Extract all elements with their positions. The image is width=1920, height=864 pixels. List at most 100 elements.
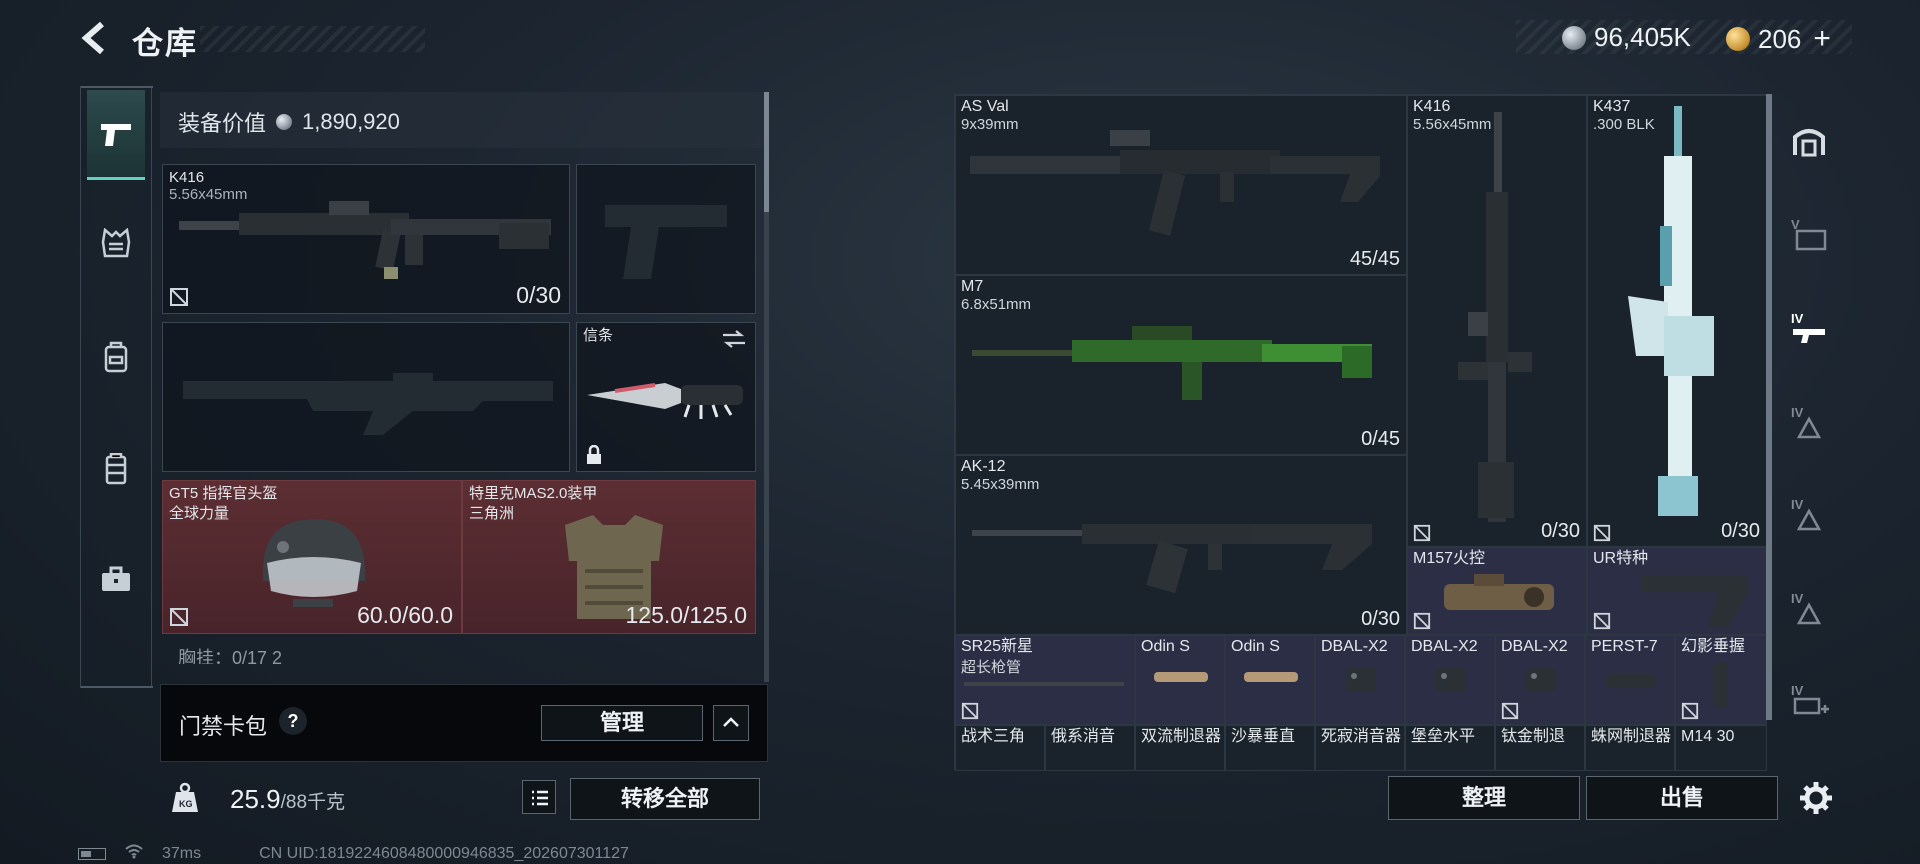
tab-armor[interactable] (87, 424, 145, 514)
rifle-silhouette-icon (183, 373, 553, 435)
tab-all[interactable] (1786, 118, 1832, 164)
helmet-slot[interactable]: GT5 指挥官头盔 全球力量 60.0/60.0 (162, 480, 462, 634)
settings-button[interactable] (1794, 776, 1838, 820)
stash-item-attachment[interactable]: 钛金制退 (1495, 725, 1585, 771)
armor-icon (105, 453, 127, 485)
not-insured-icon (1413, 612, 1431, 630)
stock-image (1642, 576, 1748, 628)
loadout-category-nav (80, 86, 153, 688)
stash-item-attachment[interactable]: UR特种 (1587, 547, 1767, 635)
battery-icon (78, 847, 106, 860)
not-insured-icon (1593, 524, 1611, 542)
scroll-thumb[interactable] (764, 92, 769, 212)
stash-item-attachment[interactable]: M14 30 (1675, 725, 1767, 771)
tab-tier-4-add[interactable]: IV (1786, 678, 1832, 724)
stash-item-attachment[interactable]: Odin S (1135, 635, 1225, 725)
tab-tier-4-a[interactable]: IV (1786, 400, 1832, 446)
tab-case[interactable] (87, 534, 145, 624)
stash-item-attachment[interactable]: 沙暴垂直 (1225, 725, 1315, 771)
stash-item-weapon[interactable]: AK-12 5.45x39mm 0/30 (955, 455, 1407, 635)
keycard-pack-label: 门禁卡包 (179, 714, 268, 739)
tier-iv-rifle-icon: IV (1791, 311, 1825, 343)
sell-button[interactable]: 出售 (1586, 776, 1778, 820)
secondary-weapon-slot-empty[interactable] (162, 322, 570, 472)
swap-icon[interactable] (721, 329, 747, 349)
help-icon[interactable]: ? (279, 707, 307, 735)
stash-item-attachment[interactable]: 死寂消音器 (1315, 725, 1405, 771)
tab-tier-4-b[interactable]: IV (1786, 492, 1832, 538)
tab-tier-4-rifles[interactable]: IV (1786, 306, 1832, 352)
pistol-slot-empty[interactable] (576, 164, 756, 314)
transfer-all-button[interactable]: 转移全部 (570, 778, 760, 820)
item-name: SR25新星 (961, 638, 1034, 655)
stash-item-weapon[interactable]: K437 .300 BLK 0/30 (1587, 95, 1767, 547)
stash-item-attachment[interactable]: M157火控 (1407, 547, 1587, 635)
stash-item-attachment[interactable]: 战术三角 (955, 725, 1045, 771)
item-name: Odin S (1231, 638, 1280, 655)
wifi-icon (124, 843, 144, 864)
ammo-count: 45/45 (1349, 248, 1400, 270)
body-armor-slot[interactable]: 特里克MAS2.0装甲 三角洲 125.0/125.0 (462, 480, 756, 634)
nav-divider (81, 86, 153, 88)
stash-item-weapon[interactable]: K416 5.56x45mm 0/30 (1407, 95, 1587, 547)
tier-iv-icon: IV (1791, 591, 1822, 625)
stash-item-attachment[interactable]: Odin S (1225, 635, 1315, 725)
stash-item-attachment[interactable]: DBAL-X2 (1315, 635, 1405, 725)
tab-tier-4-c[interactable]: IV (1786, 586, 1832, 632)
stash-item-weapon[interactable]: AS Val 9x39mm 45/45 (955, 95, 1407, 275)
stash-item-weapon[interactable]: M7 6.8x51mm 0/45 (955, 275, 1407, 455)
stash-scrollbar[interactable] (1766, 94, 1772, 720)
carry-weight: 25.9/88千克 (230, 784, 345, 815)
melee-slot[interactable]: 信条 (576, 322, 756, 472)
stash-item-attachment[interactable]: 幻影垂握 (1675, 635, 1767, 725)
list-icon (532, 790, 548, 806)
silver-coin-icon (1562, 25, 1586, 50)
stash-item-attachment[interactable]: DBAL-X2 (1495, 635, 1585, 725)
loadout-scrollbar[interactable] (764, 92, 769, 682)
back-arrow-icon[interactable] (78, 20, 114, 56)
nav-divider (81, 686, 153, 688)
item-name: 蛛网制退器 (1591, 728, 1672, 745)
tab-weapons[interactable] (87, 90, 145, 180)
silver-currency: 96,405K (1562, 22, 1691, 53)
chevron-up-icon (723, 717, 739, 727)
item-name: AK-12 (961, 458, 1006, 475)
stash-item-attachment[interactable]: PERST-7 (1585, 635, 1675, 725)
expand-button[interactable] (713, 705, 749, 741)
rifle-image (179, 201, 551, 279)
tier-v-icon: V (1791, 217, 1827, 251)
item-name: 双流制退器 (1141, 728, 1222, 745)
helmet-image (263, 519, 365, 607)
stash-item-attachment[interactable]: 堡垒水平 (1405, 725, 1495, 771)
primary-weapon-slot[interactable]: K416 5.56x45mm 0/30 (162, 164, 570, 314)
list-view-button[interactable] (522, 780, 556, 814)
item-name: M7 (961, 278, 984, 295)
stash-item-attachment[interactable]: DBAL-X2 (1405, 635, 1495, 725)
equipment-value-row: 装备价值 1,890,920 (160, 92, 764, 148)
manage-button[interactable]: 管理 (541, 705, 703, 741)
stash-item-attachment[interactable]: 双流制退器 (1135, 725, 1225, 771)
ammo-count: 0/30 (516, 282, 561, 308)
item-name: M14 30 (1681, 728, 1735, 745)
item-name: Odin S (1141, 638, 1190, 655)
tab-tier-5[interactable]: V (1786, 212, 1832, 258)
gold-currency[interactable]: 206 + (1726, 22, 1831, 56)
armor-brand: 三角洲 (469, 505, 515, 522)
tier-iv-icon: IV (1791, 405, 1822, 439)
not-insured-icon (170, 288, 188, 306)
armor-name: 特里克MAS2.0装甲 (469, 485, 598, 502)
rifle-image-vertical (1458, 112, 1532, 522)
rifle-image (970, 130, 1380, 236)
stash-item-attachment[interactable]: 蛛网制退器 (1585, 725, 1675, 771)
add-currency-button[interactable]: + (1813, 22, 1831, 56)
sort-button[interactable]: 整理 (1388, 776, 1580, 820)
tab-chest-rig[interactable] (87, 198, 145, 288)
title-stripe-decor (200, 26, 425, 52)
barrel-image (964, 682, 1124, 686)
lock-icon (587, 445, 601, 464)
scroll-thumb[interactable] (1766, 94, 1772, 720)
tab-backpack[interactable] (87, 312, 145, 402)
stash-item-attachment[interactable]: SR25新星 超长枪管 (955, 635, 1135, 725)
gold-amount: 206 (1758, 23, 1802, 54)
stash-item-attachment[interactable]: 俄系消音 (1045, 725, 1135, 771)
